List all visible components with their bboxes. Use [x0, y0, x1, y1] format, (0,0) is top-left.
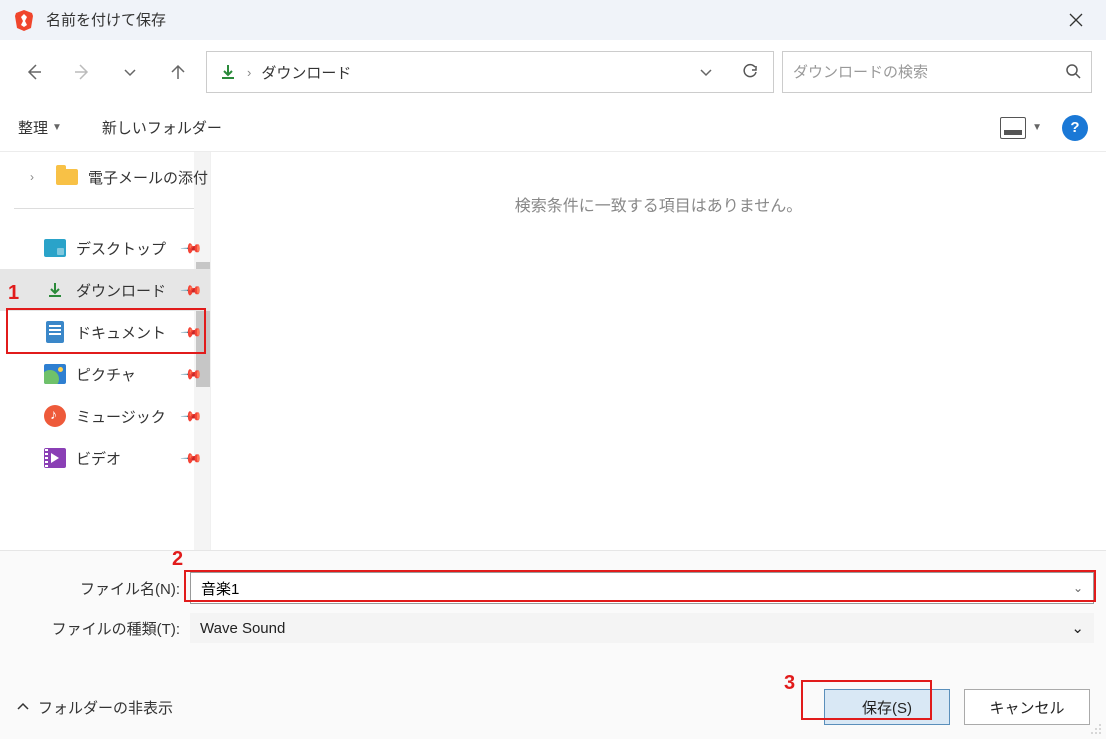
address-bar[interactable]: › ダウンロード	[206, 51, 774, 93]
up-button[interactable]	[158, 53, 198, 91]
filetype-label: ファイルの種類(T):	[12, 618, 182, 639]
path-dropdown[interactable]	[689, 52, 723, 92]
back-button[interactable]	[14, 53, 54, 91]
recent-dropdown[interactable]	[110, 53, 150, 91]
annotation-1: 1	[8, 282, 19, 305]
resize-grip-icon[interactable]	[1089, 722, 1103, 736]
sidebar-item-label: ミュージック	[76, 406, 166, 427]
pin-icon: 📌	[179, 404, 203, 428]
chevron-right-icon: ›	[247, 65, 251, 80]
annotation-3: 3	[784, 672, 795, 695]
sidebar-item-downloads[interactable]: ダウンロード 📌	[0, 269, 210, 311]
sidebar-item-documents[interactable]: ドキュメント 📌	[0, 311, 210, 353]
filename-field[interactable]: ⌄	[190, 572, 1094, 604]
view-menu[interactable]: ▼	[1000, 117, 1042, 139]
file-list-area: 検索条件に一致する項目はありません。	[210, 152, 1106, 550]
refresh-button[interactable]	[733, 52, 767, 92]
chevron-down-icon: ⌄	[1071, 619, 1084, 637]
chevron-down-icon: ▼	[1032, 122, 1042, 133]
folder-icon	[56, 166, 78, 188]
filename-input[interactable]	[201, 580, 1073, 597]
cancel-button[interactable]: キャンセル	[964, 689, 1090, 725]
sidebar-item-label: ピクチャ	[76, 364, 136, 385]
organize-label: 整理	[18, 117, 48, 138]
help-button[interactable]: ?	[1062, 115, 1088, 141]
chevron-up-icon	[16, 700, 30, 714]
sidebar-item-label: ビデオ	[76, 448, 121, 469]
sidebar-item-label: ダウンロード	[76, 280, 166, 301]
music-icon	[44, 405, 66, 427]
save-button-label: 保存(S)	[862, 697, 912, 718]
divider	[14, 208, 196, 209]
pin-icon: 📌	[179, 278, 203, 302]
sidebar-item-videos[interactable]: ビデオ 📌	[0, 437, 210, 479]
sidebar-item-label: ドキュメント	[76, 322, 166, 343]
pin-icon: 📌	[179, 362, 203, 386]
empty-message: 検索条件に一致する項目はありません。	[211, 192, 1106, 216]
window-title: 名前を付けて保存	[46, 9, 1054, 30]
tree-item-email[interactable]: › 電子メールの添付	[0, 156, 210, 198]
download-icon	[219, 63, 237, 81]
filename-label: ファイル名(N):	[12, 578, 182, 599]
sidebar-item-desktop[interactable]: デスクトップ 📌	[0, 227, 210, 269]
forward-button[interactable]	[62, 53, 102, 91]
pin-icon: 📌	[179, 236, 203, 260]
close-button[interactable]	[1054, 1, 1098, 39]
bottom-panel: ファイル名(N): ⌄ ファイルの種類(T): Wave Sound ⌄ フォル…	[0, 550, 1106, 739]
document-icon	[44, 321, 66, 343]
brave-icon	[12, 8, 36, 32]
new-folder-button[interactable]: 新しいフォルダー	[102, 117, 222, 138]
pin-icon: 📌	[179, 320, 203, 344]
sidebar-item-pictures[interactable]: ピクチャ 📌	[0, 353, 210, 395]
desktop-icon	[44, 237, 66, 259]
chevron-right-icon: ›	[30, 170, 34, 184]
annotation-2: 2	[172, 548, 183, 571]
toolbar: 整理 ▼ 新しいフォルダー ▼ ?	[0, 104, 1106, 152]
tree-item-label: 電子メールの添付	[88, 167, 208, 188]
video-icon	[44, 447, 66, 469]
organize-menu[interactable]: 整理 ▼	[18, 117, 62, 138]
new-folder-label: 新しいフォルダー	[102, 117, 222, 138]
sidebar: › 電子メールの添付 デスクトップ 📌 ダウンロード 📌 ドキュメント 📌 ピク…	[0, 152, 210, 550]
pin-icon: 📌	[179, 446, 203, 470]
sidebar-item-label: デスクトップ	[76, 238, 166, 259]
view-icon	[1000, 117, 1026, 139]
search-icon	[1065, 63, 1081, 82]
filetype-value: Wave Sound	[200, 620, 1071, 637]
chevron-down-icon[interactable]: ⌄	[1073, 581, 1083, 595]
chevron-down-icon: ▼	[52, 122, 62, 133]
pictures-icon	[44, 363, 66, 385]
title-bar: 名前を付けて保存	[0, 0, 1106, 40]
search-input[interactable]	[793, 64, 1065, 81]
search-box[interactable]	[782, 51, 1092, 93]
hide-folders-label: フォルダーの非表示	[38, 697, 173, 718]
cancel-button-label: キャンセル	[989, 697, 1064, 718]
save-button[interactable]: 保存(S)	[824, 689, 950, 725]
hide-folders-toggle[interactable]: フォルダーの非表示	[16, 697, 173, 718]
download-icon	[44, 279, 66, 301]
breadcrumb-current[interactable]: ダウンロード	[261, 62, 351, 83]
filetype-combo[interactable]: Wave Sound ⌄	[190, 613, 1094, 643]
sidebar-item-music[interactable]: ミュージック 📌	[0, 395, 210, 437]
nav-bar: › ダウンロード	[0, 40, 1106, 104]
